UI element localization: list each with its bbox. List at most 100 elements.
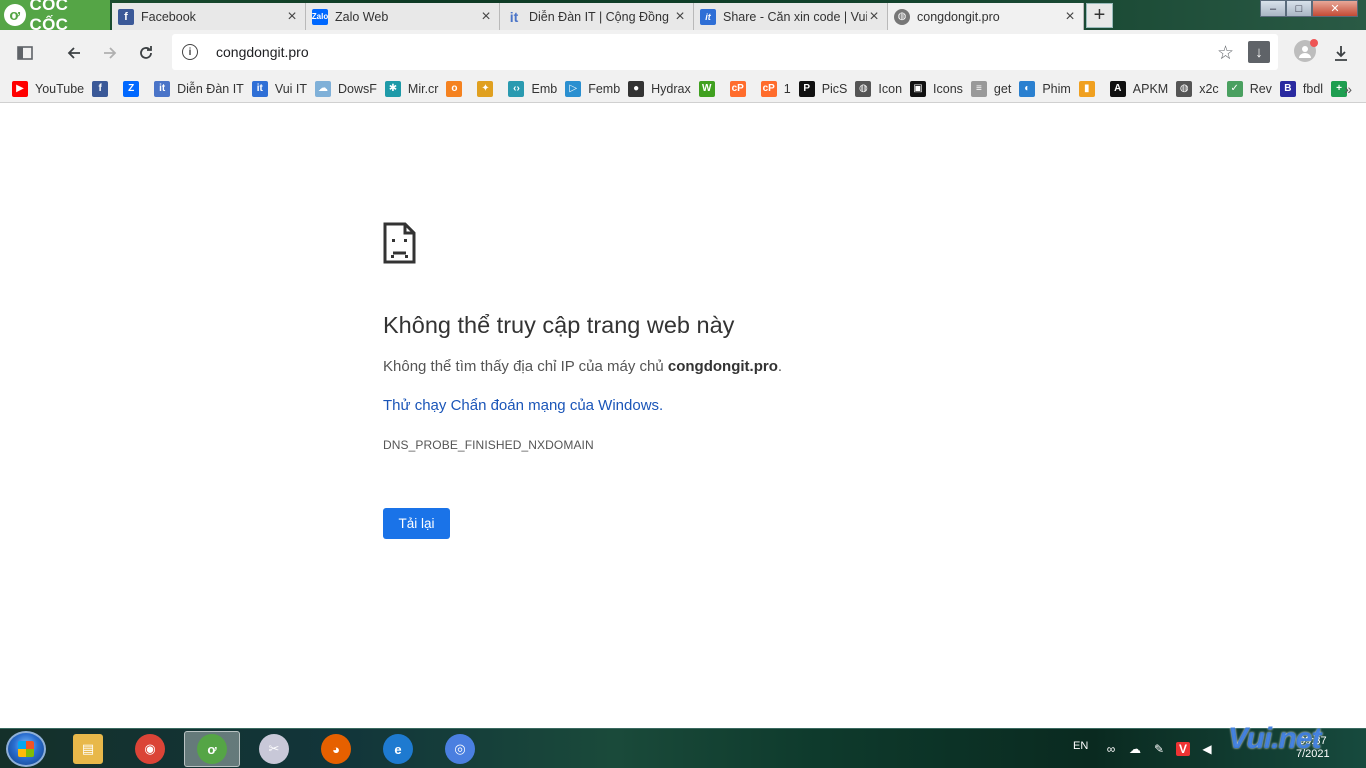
tab-title: Diễn Đàn IT | Cộng Đồng IT xyxy=(529,9,673,24)
vuiit-icon: it xyxy=(700,8,716,25)
bookmark-label: Vui IT xyxy=(274,81,308,96)
bookmark-item[interactable]: ≡ get xyxy=(970,80,1012,97)
language-indicator[interactable]: EN xyxy=(1073,740,1088,752)
site-info-icon[interactable]: i xyxy=(182,44,198,60)
profile-avatar[interactable] xyxy=(1294,39,1318,62)
bookmark-label: Mir.cr xyxy=(407,81,439,96)
whatsapp-icon: W xyxy=(698,80,715,97)
bookmark-label: Femb xyxy=(588,81,621,96)
bookmark-star-icon[interactable]: ☆ xyxy=(1217,42,1234,65)
taskbar-app-chrome[interactable]: ◉ xyxy=(122,731,178,767)
cloud-upload-icon[interactable]: ☁ xyxy=(1128,742,1142,756)
tab-facebook[interactable]: f Facebook × xyxy=(112,3,306,30)
apkm-icon: A xyxy=(1109,80,1126,97)
new-tab-button[interactable]: + xyxy=(1086,3,1113,28)
taskbar-app-firefox[interactable]: ◕ xyxy=(308,731,364,767)
bookmark-item[interactable]: ✱ Mir.cr xyxy=(384,80,439,97)
bookmark-item[interactable]: W xyxy=(698,80,722,97)
coccoc-menu-button[interactable]: ơ CỐC CỐC xyxy=(0,0,110,34)
volume-icon[interactable]: ◀ xyxy=(1200,742,1214,756)
bookmark-item[interactable]: o xyxy=(446,80,469,97)
forward-button[interactable] xyxy=(97,40,123,66)
bookmark-item[interactable]: ✓ Rev xyxy=(1226,80,1272,97)
tab-strip: ơ CỐC CỐC f Facebook × Zalo Zalo Web × i… xyxy=(0,0,1366,34)
bookmark-item[interactable]: Bfbdl xyxy=(1279,80,1323,97)
bookmark-item[interactable]: P PicS xyxy=(798,80,848,97)
close-icon[interactable]: × xyxy=(479,8,493,24)
close-icon[interactable]: × xyxy=(1063,8,1077,24)
globe-icon: ◍ xyxy=(1176,80,1193,97)
bar-chart-icon: ▮ xyxy=(1078,80,1095,97)
bookmark-item[interactable]: A APKM xyxy=(1109,80,1169,97)
sidebar-toggle-icon[interactable] xyxy=(12,40,38,66)
play-icon: ▷ xyxy=(565,80,582,97)
tab-congdongit[interactable]: ◍ congdongit.pro × xyxy=(888,3,1084,30)
reload-icon[interactable] xyxy=(133,40,159,66)
error-code: DNS_PROBE_FINISHED_NXDOMAIN xyxy=(383,438,594,452)
close-icon[interactable]: × xyxy=(867,8,881,24)
tab-title: Zalo Web xyxy=(335,9,389,24)
bookmark-label: PicS xyxy=(821,81,848,96)
taskbar-app-chromium[interactable]: ◎ xyxy=(432,731,488,767)
close-window-button[interactable]: ✕ xyxy=(1312,0,1358,17)
bookmark-item[interactable]: ◍ Icon xyxy=(855,80,903,97)
bookmark-item[interactable]: it Vui IT xyxy=(251,80,308,97)
tab-share[interactable]: it Share - Căn xin code | Vui IT × xyxy=(694,3,888,30)
bookmark-item[interactable]: ● Hydrax xyxy=(628,80,691,97)
bookmark-label: Emb xyxy=(531,81,558,96)
tab-zalo[interactable]: Zalo Zalo Web × xyxy=(306,3,500,30)
bookmark-item[interactable]: cP 1 xyxy=(760,80,791,97)
tool-icon[interactable]: ✎ xyxy=(1152,742,1166,756)
it-icon: it xyxy=(509,8,519,25)
bookmark-label: Icon xyxy=(878,81,903,96)
tab-dien-dan-it[interactable]: it Diễn Đàn IT | Cộng Đồng IT × xyxy=(500,3,694,30)
taskbar-app-ie[interactable]: e xyxy=(370,731,426,767)
icons-icon: ▣ xyxy=(910,80,927,97)
bookmark-label: YouTube xyxy=(35,81,85,96)
bookmark-label: Hydrax xyxy=(651,81,691,96)
close-icon[interactable]: × xyxy=(285,8,299,24)
bookmark-item[interactable]: ☁ DowsF xyxy=(315,80,377,97)
watermark-logo: Vui.net xyxy=(1228,722,1321,755)
maximize-button[interactable]: □ xyxy=(1286,0,1312,17)
error-desc-prefix: Không thể tìm thấy địa chỉ IP của máy ch… xyxy=(383,358,668,375)
error-desc-suffix: . xyxy=(777,358,783,375)
bookmark-label: APKM xyxy=(1132,81,1169,96)
taskbar-app-coccoc[interactable]: ơ xyxy=(184,731,240,767)
bookmark-item[interactable]: ✦ xyxy=(477,80,500,97)
hydrax-icon: ● xyxy=(628,80,645,97)
url-text[interactable]: congdongit.pro xyxy=(216,44,309,60)
minimize-button[interactable]: – xyxy=(1260,0,1286,17)
bookmark-item[interactable]: ▶ YouTube xyxy=(12,80,85,97)
bookmark-item[interactable]: ▮ xyxy=(1078,80,1102,97)
bookmark-item[interactable]: cP xyxy=(729,80,753,97)
taskbar-app-paint[interactable]: ✂ xyxy=(246,731,302,767)
close-icon[interactable]: × xyxy=(673,8,687,24)
taskbar-app-explorer[interactable]: ▤ xyxy=(60,731,116,767)
bookmark-item[interactable]: it Diễn Đàn IT xyxy=(154,80,244,97)
download-page-icon[interactable]: ↓ xyxy=(1248,41,1270,63)
network-link-icon[interactable]: ∞ xyxy=(1104,742,1118,756)
start-button[interactable] xyxy=(6,731,46,767)
bookmark-item[interactable]: ▷ Femb xyxy=(565,80,621,97)
bookmarks-bar: ▶ YouTube f Zit Diễn Đàn IT it Vui IT ☁ DowsF ✱ Mi… xyxy=(0,75,1366,103)
youtube-icon: ▶ xyxy=(12,80,28,97)
tab-title: Facebook xyxy=(141,9,196,24)
bookmark-item[interactable]: ◍ x2c xyxy=(1176,80,1219,97)
bookmarks-overflow-button[interactable]: » xyxy=(1344,81,1352,97)
bookmark-label: x2c xyxy=(1199,81,1219,96)
bookmark-item[interactable]: ◐ Phim xyxy=(1019,80,1071,97)
bookmark-item[interactable]: ▣ Icons xyxy=(910,80,963,97)
back-button[interactable] xyxy=(61,40,87,66)
zalo-icon: Zalo xyxy=(312,8,328,25)
address-bar[interactable]: i congdongit.pro ☆ ↓ xyxy=(172,34,1278,70)
bookmark-item[interactable]: Z xyxy=(123,80,146,97)
folder-icon: ▤ xyxy=(73,734,103,764)
reload-button[interactable]: Tải lại xyxy=(383,508,450,539)
bookmark-item[interactable]: f xyxy=(92,80,115,97)
downloads-icon[interactable] xyxy=(1328,40,1354,66)
antivirus-icon[interactable]: V xyxy=(1176,742,1190,756)
network-diagnostics-link[interactable]: Thử chạy Chẩn đoán mạng của Windows. xyxy=(383,397,663,414)
bookmark-label: get xyxy=(993,81,1012,96)
bookmark-item[interactable]: ‹› Emb xyxy=(508,80,558,97)
